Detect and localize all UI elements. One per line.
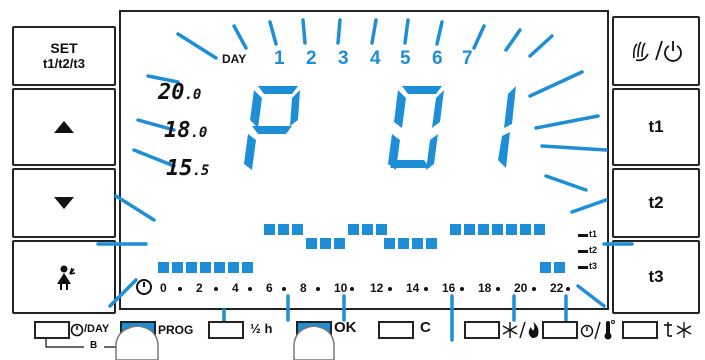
finger-pointers xyxy=(115,325,335,360)
